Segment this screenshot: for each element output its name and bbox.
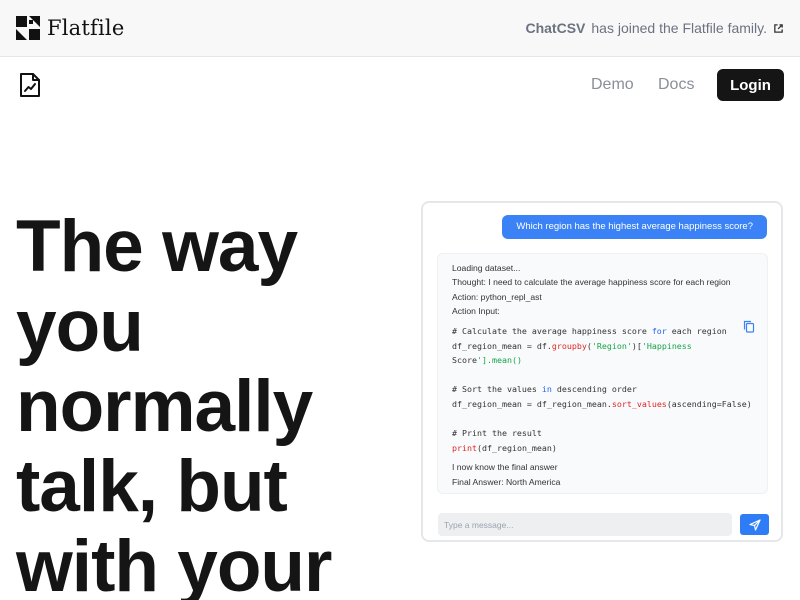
- nav-link-demo[interactable]: Demo: [591, 76, 634, 94]
- external-link-icon: [774, 23, 783, 33]
- code-line: df_region_mean = df_region_mean.sort_val…: [452, 398, 752, 409]
- flatfile-brand[interactable]: Flatfile: [16, 16, 124, 40]
- code-line: Score'].mean(): [452, 355, 522, 366]
- hero-line: talk, but: [16, 446, 288, 527]
- response-line: Loading dataset...: [452, 263, 521, 273]
- final-answer: I now know the final answer Final Answer…: [452, 460, 560, 489]
- flatfile-logo-icon: [16, 16, 40, 40]
- response-line: Action Input:: [452, 306, 500, 317]
- brand-name: Flatfile: [47, 16, 125, 40]
- send-icon: [748, 518, 761, 531]
- code-line: df_region_mean = df.groupby('Region')['H…: [452, 340, 692, 351]
- code-line: # Print the result: [452, 428, 542, 439]
- hero-heading: The way you normally talk, but with your: [16, 207, 396, 600]
- code-line: print(df_region_mean): [452, 442, 557, 453]
- nav-link-docs[interactable]: Docs: [658, 76, 694, 94]
- announcement-bold: ChatCSV: [525, 20, 586, 36]
- announcement-text: has joined the Flatfile family.: [591, 20, 767, 36]
- main-nav: Demo Docs Login: [0, 57, 800, 113]
- response-line: Thought: I need to calculate the average…: [452, 277, 731, 288]
- hero-line: normally: [16, 366, 313, 447]
- login-button[interactable]: Login: [717, 69, 784, 101]
- final-line: Final Answer: North America: [452, 476, 561, 487]
- hero-line: you: [16, 286, 144, 367]
- hero-line: The way: [16, 206, 298, 287]
- chat-demo-card: Which region has the highest average hap…: [421, 201, 783, 542]
- response-log: Loading dataset... Thought: I need to ca…: [452, 261, 731, 319]
- user-message-bubble: Which region has the highest average hap…: [502, 215, 767, 239]
- announcement-banner: Flatfile ChatCSV has joined the Flatfile…: [0, 0, 800, 57]
- send-button[interactable]: [740, 514, 769, 535]
- response-line: Action: python_repl_ast: [452, 291, 542, 302]
- message-input[interactable]: [438, 513, 732, 536]
- assistant-response: Loading dataset... Thought: I need to ca…: [437, 253, 768, 494]
- hero-line: with your: [16, 526, 332, 600]
- document-chart-icon[interactable]: [18, 72, 42, 98]
- announcement-link[interactable]: ChatCSV has joined the Flatfile family.: [525, 20, 784, 36]
- code-block: # Calculate the average happiness score …: [452, 324, 752, 455]
- final-line: I now know the final answer: [452, 462, 558, 472]
- code-line: # Calculate the average happiness score …: [452, 326, 727, 336]
- code-line: # Sort the values in descending order: [452, 384, 637, 395]
